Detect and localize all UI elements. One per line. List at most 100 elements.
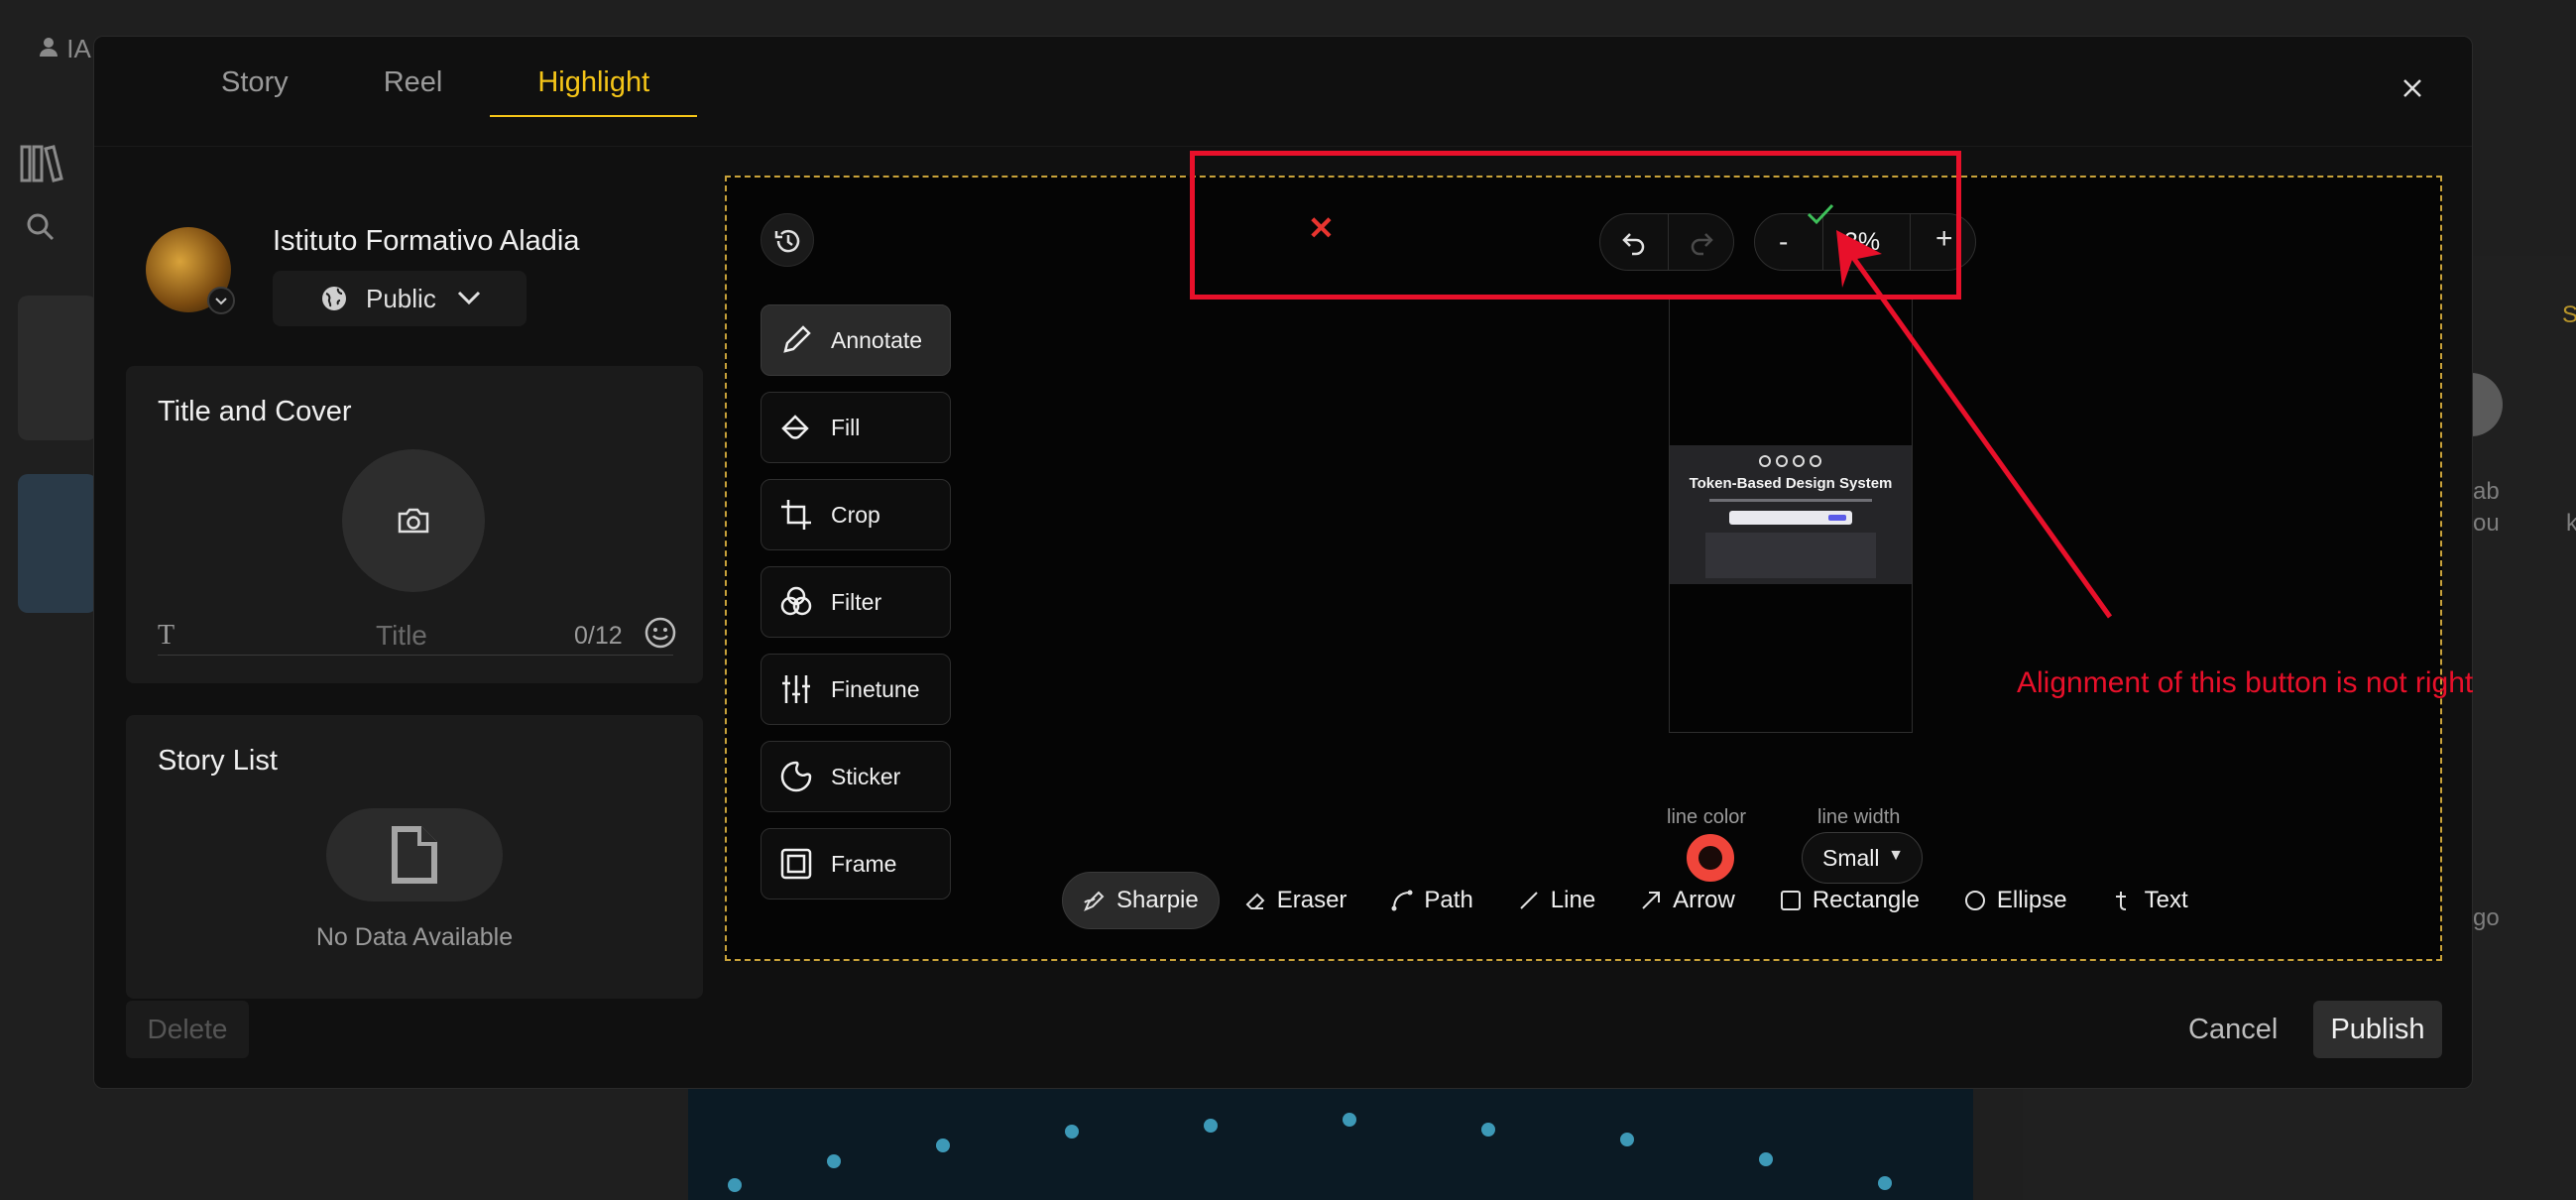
document-icon (392, 826, 437, 884)
canvas-preview[interactable]: Token-Based Design System (1669, 297, 1913, 733)
background-text: go (2473, 904, 2500, 931)
shape-line[interactable]: Line (1497, 872, 1615, 929)
avatar[interactable] (146, 227, 235, 314)
annotation-text: Alignment of this button is not right (2017, 666, 2474, 699)
history-button[interactable] (761, 213, 814, 267)
cancel-button[interactable]: Cancel (2168, 1001, 2297, 1058)
tool-label: Sticker (831, 763, 901, 789)
background-text: k (2566, 510, 2576, 537)
eraser-icon (1245, 893, 1265, 909)
user-icon (40, 38, 58, 57)
annotation-highlight-box (1190, 151, 1961, 300)
tool-annotate[interactable]: Annotate (761, 304, 951, 376)
text-format-icon: T (158, 620, 176, 651)
publish-button[interactable]: Publish (2313, 1001, 2442, 1058)
background-link[interactable]: S (2562, 301, 2576, 329)
background-thumbnail (18, 474, 97, 613)
tool-label: Crop (831, 501, 880, 528)
title-cover-heading: Title and Cover (158, 396, 352, 427)
shape-label: Text (2144, 887, 2188, 913)
line-width-label: line width (1817, 806, 1901, 828)
pencil-icon (783, 325, 811, 353)
library-icon (20, 145, 63, 182)
tab-reel[interactable]: Reel (336, 66, 491, 117)
preview-title: Token-Based Design System (1689, 475, 1893, 492)
background-text: ou (2473, 510, 2500, 537)
visibility-label: Public (366, 283, 436, 313)
shape-label: Line (1550, 887, 1596, 913)
cover-upload-button[interactable] (342, 449, 485, 592)
tool-crop[interactable]: Crop (761, 479, 951, 550)
tab-bar: Story Reel Highlight (174, 66, 698, 117)
tool-label: Frame (831, 850, 897, 877)
tab-story[interactable]: Story (174, 66, 336, 117)
shape-text[interactable]: Text (2091, 872, 2208, 929)
background-image (688, 1089, 1973, 1200)
empty-state-text: No Data Available (315, 923, 514, 951)
shape-ellipse[interactable]: Ellipse (1943, 872, 2087, 929)
profile-name: Istituto Formativo Aladia (273, 225, 580, 257)
tool-filter[interactable]: Filter (761, 566, 951, 638)
path-icon (1391, 890, 1413, 911)
visibility-dropdown[interactable]: Public (273, 271, 527, 326)
emoji-icon[interactable] (644, 616, 677, 650)
tool-frame[interactable]: Frame (761, 828, 951, 900)
story-list-card: Story List No Data Available (126, 715, 703, 999)
shape-label: Path (1424, 887, 1473, 913)
preview-dots (1759, 455, 1821, 467)
title-input-row[interactable]: T Title 0/12 (158, 617, 676, 656)
ellipse-icon (1964, 891, 1985, 910)
sticker-icon (780, 761, 812, 792)
delete-button[interactable]: Delete (126, 1001, 249, 1058)
shape-sharpie[interactable]: Sharpie (1062, 872, 1220, 929)
shape-label: Arrow (1673, 887, 1735, 913)
filter-icon (780, 586, 812, 616)
tool-label: Annotate (831, 326, 923, 353)
shape-rectangle[interactable]: Rectangle (1759, 872, 1939, 929)
tool-label: Fill (831, 414, 861, 440)
preview-search-bar (1729, 511, 1852, 525)
empty-state-illustration (326, 808, 503, 901)
char-counter: 0/12 (574, 622, 623, 650)
chevron-down-icon (457, 291, 481, 305)
tool-sticker[interactable]: Sticker (761, 741, 951, 812)
crop-icon (781, 500, 811, 530)
avatar-dropdown-badge[interactable] (207, 287, 235, 314)
text-icon (2115, 892, 2126, 910)
title-cover-card: Title and Cover T Title 0/12 (126, 366, 703, 683)
arrow-icon (1642, 892, 1661, 909)
tab-highlight[interactable]: Highlight (490, 66, 698, 117)
background-text: ab (2473, 478, 2500, 505)
history-icon (774, 229, 800, 253)
background-user: IA (38, 34, 91, 64)
background-thumbnail (18, 296, 97, 440)
shape-label: Sharpie (1116, 887, 1199, 913)
story-list-heading: Story List (158, 745, 278, 777)
shape-label: Eraser (1276, 887, 1347, 913)
search-icon (27, 213, 55, 241)
tool-fill[interactable]: Fill (761, 392, 951, 463)
rectangle-icon (1780, 891, 1801, 910)
line-color-label: line color (1667, 806, 1747, 828)
shape-eraser[interactable]: Eraser (1224, 872, 1367, 929)
shape-path[interactable]: Path (1370, 872, 1492, 929)
divider (94, 146, 2472, 147)
preview-image: Token-Based Design System (1670, 445, 1912, 584)
paint-bucket-icon (781, 415, 809, 439)
title-input[interactable]: Title (376, 620, 427, 652)
globe-icon (322, 287, 346, 310)
sharpie-icon (1084, 891, 1105, 911)
close-icon[interactable] (2397, 72, 2428, 104)
tool-finetune[interactable]: Finetune (761, 654, 951, 725)
preview-table (1705, 533, 1876, 578)
line-icon (1520, 892, 1538, 909)
tool-label: Filter (831, 588, 882, 615)
background-user-initials: IA (66, 34, 91, 63)
shape-label: Rectangle (1812, 887, 1920, 913)
shape-arrow[interactable]: Arrow (1619, 872, 1755, 929)
tool-label: Finetune (831, 675, 920, 702)
frame-icon (780, 848, 812, 880)
shape-toolbar: Sharpie Eraser Path Line Arrow Rectangle (1062, 872, 2212, 929)
shape-label: Ellipse (1996, 887, 2067, 913)
camera-icon (398, 508, 429, 534)
